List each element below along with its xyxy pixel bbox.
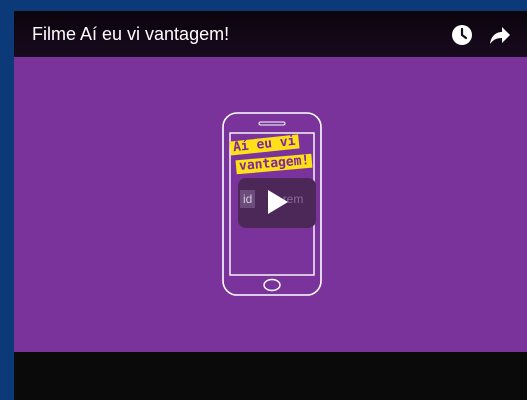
video-title[interactable]: Filme Aí eu vi vantagem!: [32, 23, 229, 45]
player-bottom-bar: [14, 352, 527, 400]
title-bar: Filme Aí eu vi vantagem!: [14, 11, 527, 57]
clock-icon[interactable]: [450, 23, 474, 47]
play-icon[interactable]: [268, 190, 288, 214]
slogan-line-1: Aí eu vi: [229, 134, 300, 156]
slogan-sticker: Aí eu vi vantagem!: [229, 134, 340, 184]
video-player[interactable]: Aí eu vi vantagem! id rem Filme Aí eu vi…: [14, 11, 527, 400]
logo-prefix: id: [240, 190, 256, 208]
share-arrow-icon[interactable]: [488, 23, 512, 47]
slogan-line-2: vantagem!: [235, 153, 313, 175]
video-canvas[interactable]: Aí eu vi vantagem! id rem: [14, 11, 527, 352]
play-button[interactable]: id rem: [238, 178, 316, 228]
